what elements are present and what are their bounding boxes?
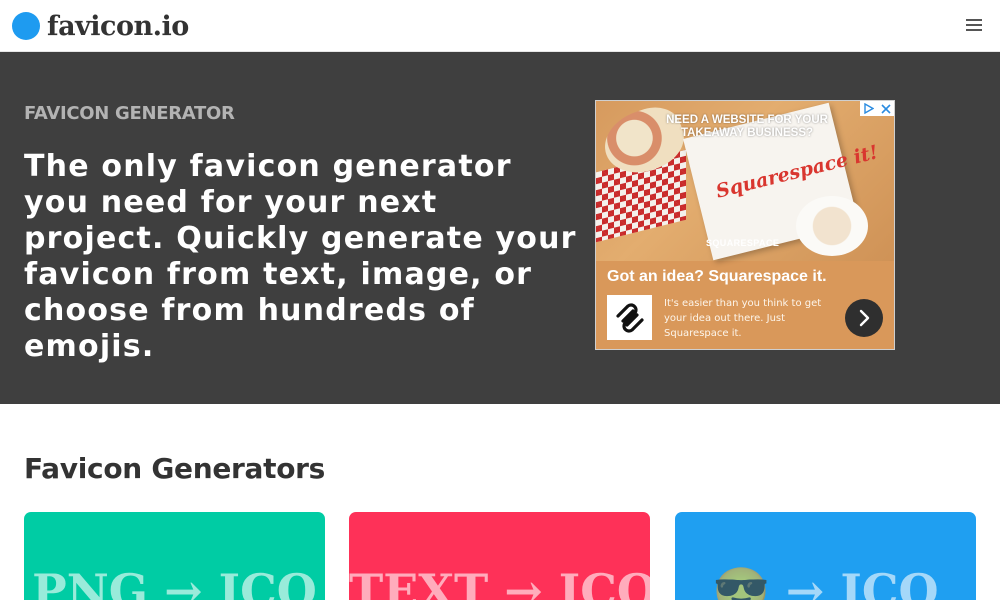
- hamburger-menu-icon[interactable]: [966, 19, 982, 32]
- card-label: PNG → ICO: [32, 564, 317, 600]
- top-navbar: favicon.io: [0, 0, 1000, 52]
- card-png-to-ico[interactable]: PNG → ICO: [24, 512, 325, 600]
- brand-name: favicon.io: [47, 10, 189, 42]
- card-text-to-ico[interactable]: TEXT → ICO: [349, 512, 650, 600]
- squarespace-logo-icon: [607, 295, 652, 340]
- section-title-favicon-generators: Favicon Generators: [24, 452, 326, 485]
- hero-eyebrow: FAVICON GENERATOR: [24, 103, 235, 124]
- ad-brand-mark: SQUARESPACE: [706, 238, 780, 248]
- card-emoji-to-ico[interactable]: 😎 → ICO: [675, 512, 976, 600]
- advertisement-banner[interactable]: Squarespace it! NEED A WEBSITE FOR YOUR …: [595, 100, 895, 350]
- ad-badge[interactable]: [860, 101, 894, 116]
- ad-next-button[interactable]: [845, 299, 883, 337]
- plate-image: [796, 196, 868, 256]
- close-icon[interactable]: [881, 103, 891, 114]
- ad-tagline: Got an idea? Squarespace it.: [607, 268, 827, 285]
- card-label: 😎 → ICO: [712, 564, 939, 600]
- brand-circle-icon: [12, 12, 40, 40]
- brand-logo-link[interactable]: favicon.io: [12, 10, 189, 42]
- ad-body-text: It's easier than you think to get your i…: [664, 298, 822, 339]
- hero-headline: The only favicon generator you need for …: [24, 149, 577, 364]
- ad-headline: NEED A WEBSITE FOR YOUR TAKEAWAY BUSINES…: [666, 114, 828, 139]
- adchoices-icon[interactable]: [863, 103, 875, 114]
- card-label: TEXT → ICO: [349, 564, 650, 600]
- chevron-right-icon: [859, 309, 870, 327]
- hero-section: FAVICON GENERATOR The only favicon gener…: [0, 52, 1000, 404]
